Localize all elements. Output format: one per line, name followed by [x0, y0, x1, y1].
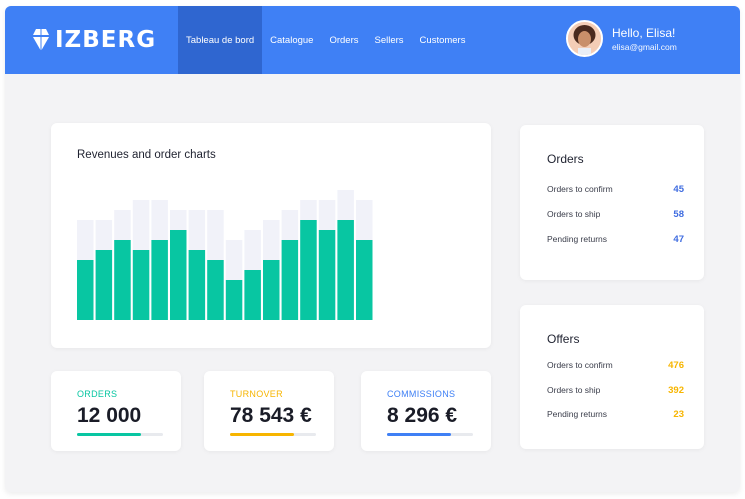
orders-row-returns[interactable]: Pending returns 47 — [547, 232, 684, 246]
offers-row-ship-label: Orders to ship — [547, 385, 601, 395]
offers-panel-title: Offers — [547, 332, 580, 346]
commissions-stat-card[interactable]: COMMISSIONS 8 296 € — [361, 371, 491, 451]
chart-bar[interactable] — [225, 280, 243, 320]
revenue-chart-card: Revenues and order charts — [51, 123, 491, 348]
chart-bar[interactable] — [263, 260, 280, 320]
chart-bar[interactable] — [151, 240, 168, 320]
commissions-progress-track — [387, 433, 473, 436]
orders-row-ship[interactable]: Orders to ship 58 — [547, 207, 684, 221]
chart-bar[interactable] — [170, 230, 187, 320]
nav-item-catalogue[interactable]: Catalogue — [262, 6, 321, 74]
commissions-stat-value: 8 296 € — [387, 404, 458, 427]
nav-item-orders[interactable]: Orders — [321, 6, 366, 74]
orders-stat-card[interactable]: ORDERS 12 000 — [51, 371, 181, 451]
orders-row-ship-label: Orders to ship — [547, 209, 601, 219]
chart-bar[interactable] — [281, 240, 299, 320]
orders-panel-title: Orders — [547, 152, 584, 166]
chart-bar[interactable] — [244, 270, 261, 320]
offers-row-returns-value: 23 — [673, 408, 684, 420]
turnover-stat-value: 78 543 € — [230, 404, 312, 427]
revenue-bar-chart — [77, 190, 373, 320]
orders-row-confirm-label: Orders to confirm — [547, 184, 613, 194]
turnover-progress-track — [230, 433, 316, 436]
brand-name: IZBERG — [55, 27, 157, 53]
user-info: Hello, Elisa! elisa@gmail.com — [612, 26, 677, 52]
commissions-stat-label: COMMISSIONS — [387, 389, 456, 399]
chart-bar[interactable] — [132, 250, 150, 320]
chart-bar[interactable] — [188, 250, 206, 320]
offers-panel: Offers Orders to confirm 476 Orders to s… — [520, 305, 704, 449]
user-menu[interactable]: Hello, Elisa! elisa@gmail.com — [566, 20, 677, 57]
orders-progress-fill — [77, 433, 141, 436]
orders-row-confirm-value: 45 — [673, 183, 684, 195]
orders-progress-track — [77, 433, 163, 436]
offers-row-confirm-value: 476 — [668, 359, 684, 371]
orders-panel: Orders Orders to confirm 45 Orders to sh… — [520, 125, 704, 280]
commissions-progress-fill — [387, 433, 451, 436]
user-greeting: Hello, Elisa! — [612, 25, 676, 40]
nav-item-customers[interactable]: Customers — [412, 6, 474, 74]
chart-bar[interactable] — [207, 260, 224, 320]
chart-bar[interactable] — [114, 240, 131, 320]
offers-row-ship-value: 392 — [668, 384, 684, 396]
offers-row-confirm[interactable]: Orders to confirm 476 — [547, 358, 684, 372]
offers-row-confirm-label: Orders to confirm — [547, 360, 613, 370]
main-nav: Tableau de bord Catalogue Orders Sellers… — [178, 6, 473, 74]
orders-row-confirm[interactable]: Orders to confirm 45 — [547, 182, 684, 196]
nav-item-sellers[interactable]: Sellers — [367, 6, 412, 74]
chart-bar[interactable] — [337, 220, 354, 320]
chart-bar[interactable] — [318, 230, 336, 320]
top-navigation-bar: IZBERG Tableau de bord Catalogue Orders … — [5, 6, 740, 74]
offers-row-returns-label: Pending returns — [547, 409, 608, 419]
turnover-stat-label: TURNOVER — [230, 389, 283, 399]
offers-row-returns[interactable]: Pending returns 23 — [547, 407, 684, 421]
orders-row-ship-value: 58 — [673, 208, 684, 220]
orders-stat-value: 12 000 — [77, 404, 142, 427]
turnover-progress-fill — [230, 433, 294, 436]
dashboard-app: IZBERG Tableau de bord Catalogue Orders … — [5, 6, 740, 492]
orders-row-returns-value: 47 — [673, 233, 684, 245]
orders-row-returns-label: Pending returns — [547, 234, 608, 244]
brand-logo[interactable]: IZBERG — [33, 26, 156, 54]
chart-bar[interactable] — [300, 220, 317, 320]
nav-item-tableau-de-bord[interactable]: Tableau de bord — [178, 6, 263, 74]
offers-row-ship[interactable]: Orders to ship 392 — [547, 383, 684, 397]
user-email: elisa@gmail.com — [612, 41, 677, 52]
orders-stat-label: ORDERS — [77, 389, 118, 399]
diamond-logo-icon — [33, 29, 49, 51]
turnover-stat-card[interactable]: TURNOVER 78 543 € — [204, 371, 334, 451]
chart-bar[interactable] — [95, 250, 113, 320]
avatar-portrait-icon — [568, 22, 601, 55]
chart-bar[interactable] — [77, 260, 94, 320]
avatar[interactable] — [566, 20, 603, 57]
chart-bar[interactable] — [356, 240, 373, 320]
